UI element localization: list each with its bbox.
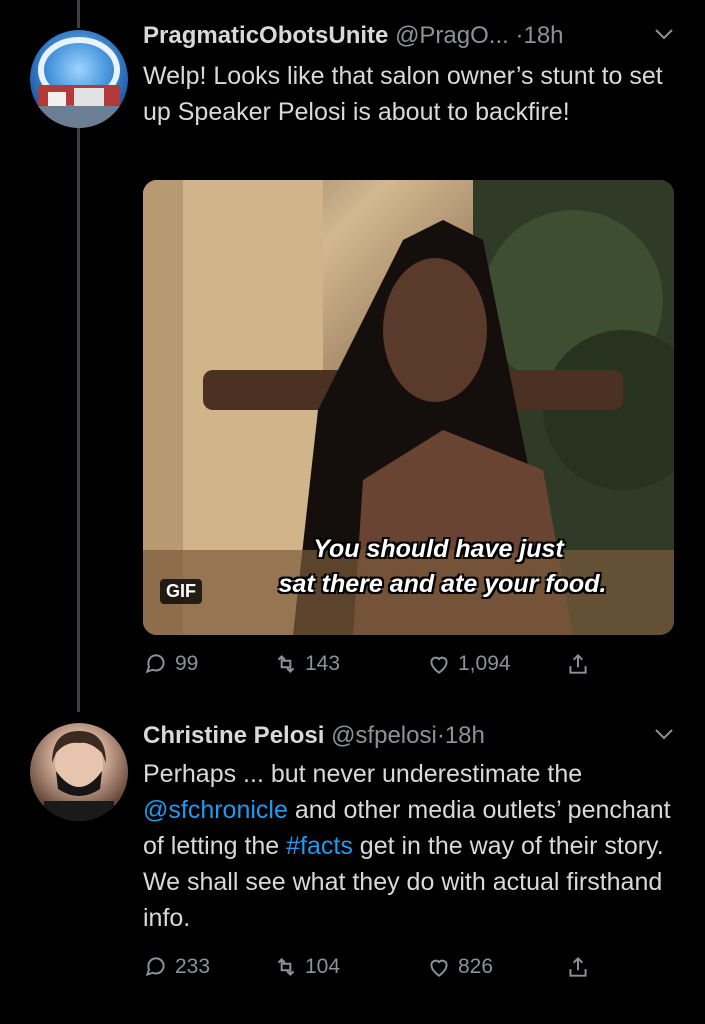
share-icon (569, 653, 587, 674)
reply-count: 99 (175, 652, 199, 675)
reply-count: 233 (175, 955, 211, 978)
like-button[interactable]: 826 (426, 954, 493, 980)
display-name[interactable]: Christine Pelosi (143, 722, 324, 749)
reply-button[interactable]: 99 (143, 651, 198, 677)
like-button[interactable]: 1,094 (426, 651, 511, 677)
chevron-down-icon[interactable] (653, 26, 675, 42)
tweet-text: Welp! Looks like that salon owner’s stun… (143, 62, 663, 126)
like-count: 826 (458, 955, 494, 978)
user-handle[interactable]: @PragO... (395, 22, 509, 49)
hashtag-link[interactable]: #facts (286, 832, 353, 860)
retweet-icon (277, 958, 295, 976)
tweet[interactable]: PragmaticObotsUnite @PragO... ·18h Welp!… (0, 18, 705, 708)
retweet-button[interactable]: 143 (273, 651, 340, 677)
tweet[interactable]: Christine Pelosi @sfpelosi·18h Perhaps .… (0, 718, 705, 1018)
mention-link[interactable]: @sfchronicle (143, 796, 288, 824)
tweet-text-part: Perhaps ... but never underestimate the (143, 760, 583, 788)
share-icon (569, 956, 587, 977)
separator-dot: · (436, 722, 445, 749)
avatar[interactable] (30, 723, 128, 821)
heart-icon (430, 656, 448, 674)
retweet-count: 143 (305, 652, 341, 675)
heart-icon (430, 959, 448, 977)
gif-caption-line-1: You should have just (313, 535, 564, 563)
tweet-actions: 99 143 1,094 (143, 651, 623, 681)
retweet-icon (277, 655, 295, 673)
share-button[interactable] (565, 651, 591, 677)
reply-button[interactable]: 233 (143, 954, 210, 980)
timestamp[interactable]: 18h (445, 722, 485, 749)
tweet-header: Christine Pelosi @sfpelosi·18h (143, 722, 485, 750)
tweet-header: PragmaticObotsUnite @PragO... ·18h (143, 22, 564, 50)
reply-icon (145, 957, 165, 977)
gif-caption-line-2: sat there and ate your food. (278, 570, 607, 598)
tweet-actions: 233 104 826 (143, 954, 623, 984)
retweet-button[interactable]: 104 (273, 954, 340, 980)
share-button[interactable] (565, 954, 591, 980)
reply-icon (145, 654, 165, 674)
gif-badge: GIF (160, 579, 202, 604)
display-name[interactable]: PragmaticObotsUnite (143, 22, 388, 49)
gif-frame (143, 180, 674, 635)
timestamp[interactable]: 18h (523, 22, 563, 49)
avatar[interactable] (30, 30, 128, 128)
gif-media[interactable]: You should have just sat there and ate y… (143, 180, 674, 635)
retweet-count: 104 (305, 955, 341, 978)
like-count: 1,094 (458, 652, 511, 675)
tweet-text: Perhaps ... but never underestimate the … (143, 756, 683, 936)
user-handle[interactable]: @sfpelosi (331, 722, 437, 749)
chevron-down-icon[interactable] (653, 726, 675, 742)
